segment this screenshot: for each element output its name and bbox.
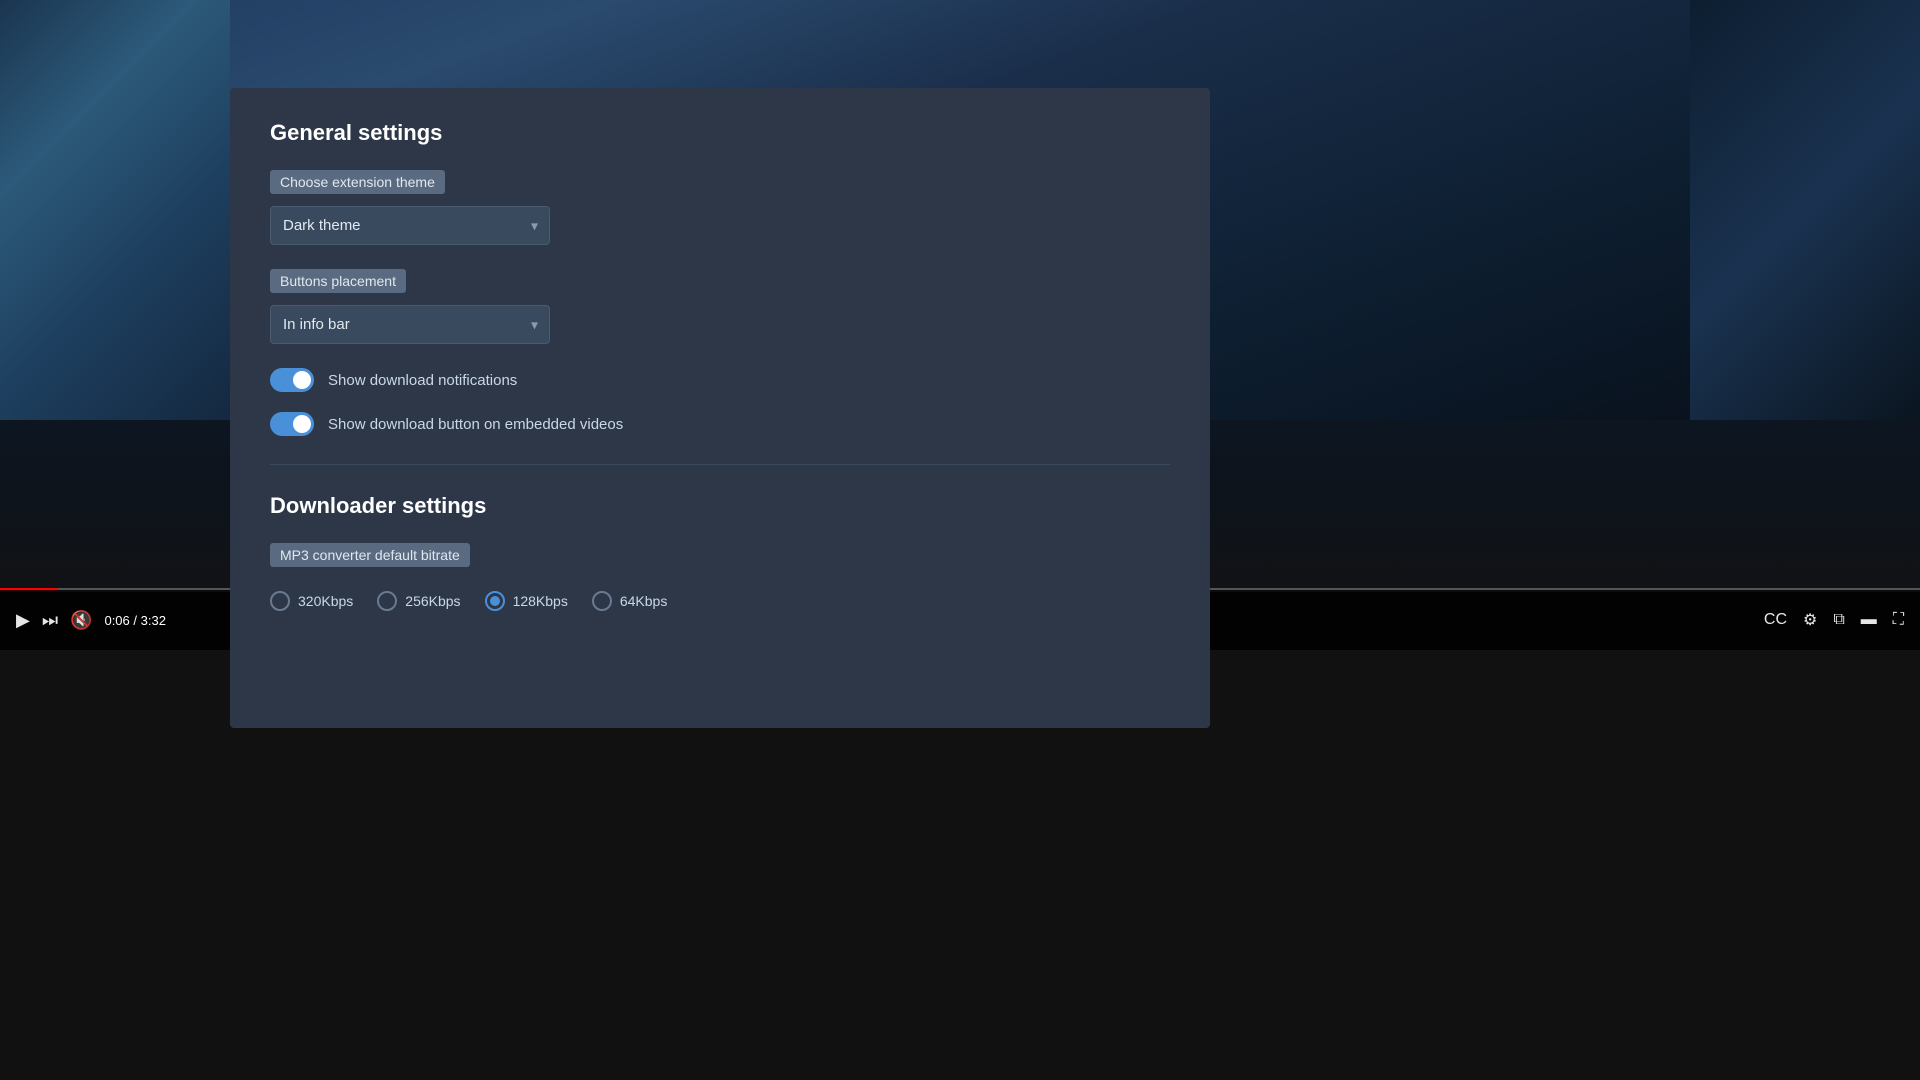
theme-select[interactable]: Dark theme Light theme System default: [270, 206, 550, 245]
downloader-settings-title: Downloader settings: [270, 493, 1170, 519]
bitrate-128-radio: [485, 591, 505, 611]
theme-select-wrapper: Dark theme Light theme System default ▾: [270, 206, 550, 245]
notifications-toggle[interactable]: [270, 368, 314, 392]
embedded-toggle-row: Show download button on embedded videos: [270, 412, 1170, 436]
bitrate-320-radio: [270, 591, 290, 611]
notifications-toggle-row: Show download notifications: [270, 368, 1170, 392]
notifications-toggle-track: [270, 368, 314, 392]
bitrate-256-label: 256Kbps: [405, 593, 460, 609]
embedded-toggle-label: Show download button on embedded videos: [328, 416, 623, 433]
placement-select[interactable]: In info bar Below video Toolbar: [270, 305, 550, 344]
bitrate-320-option[interactable]: 320Kbps: [270, 591, 353, 611]
bitrate-radio-group: 320Kbps 256Kbps 128Kbps 64Kbps: [270, 591, 1170, 611]
embedded-toggle[interactable]: [270, 412, 314, 436]
bitrate-320-label: 320Kbps: [298, 593, 353, 609]
section-divider: [270, 464, 1170, 465]
placement-select-wrapper: In info bar Below video Toolbar ▾: [270, 305, 550, 344]
notifications-toggle-label: Show download notifications: [328, 372, 517, 389]
bitrate-256-radio: [377, 591, 397, 611]
bitrate-field-label: MP3 converter default bitrate: [270, 543, 470, 567]
settings-modal: General settings Choose extension theme …: [230, 88, 1210, 728]
bitrate-256-option[interactable]: 256Kbps: [377, 591, 460, 611]
bitrate-64-option[interactable]: 64Kbps: [592, 591, 667, 611]
placement-field-label: Buttons placement: [270, 269, 406, 293]
bitrate-128-option[interactable]: 128Kbps: [485, 591, 568, 611]
notifications-toggle-thumb: [293, 371, 311, 389]
general-settings-title: General settings: [270, 120, 1170, 146]
embedded-toggle-track: [270, 412, 314, 436]
bitrate-128-label: 128Kbps: [513, 593, 568, 609]
modal-overlay: General settings Choose extension theme …: [0, 0, 1920, 1080]
embedded-toggle-thumb: [293, 415, 311, 433]
bitrate-64-radio: [592, 591, 612, 611]
bitrate-64-label: 64Kbps: [620, 593, 667, 609]
theme-field-label: Choose extension theme: [270, 170, 445, 194]
